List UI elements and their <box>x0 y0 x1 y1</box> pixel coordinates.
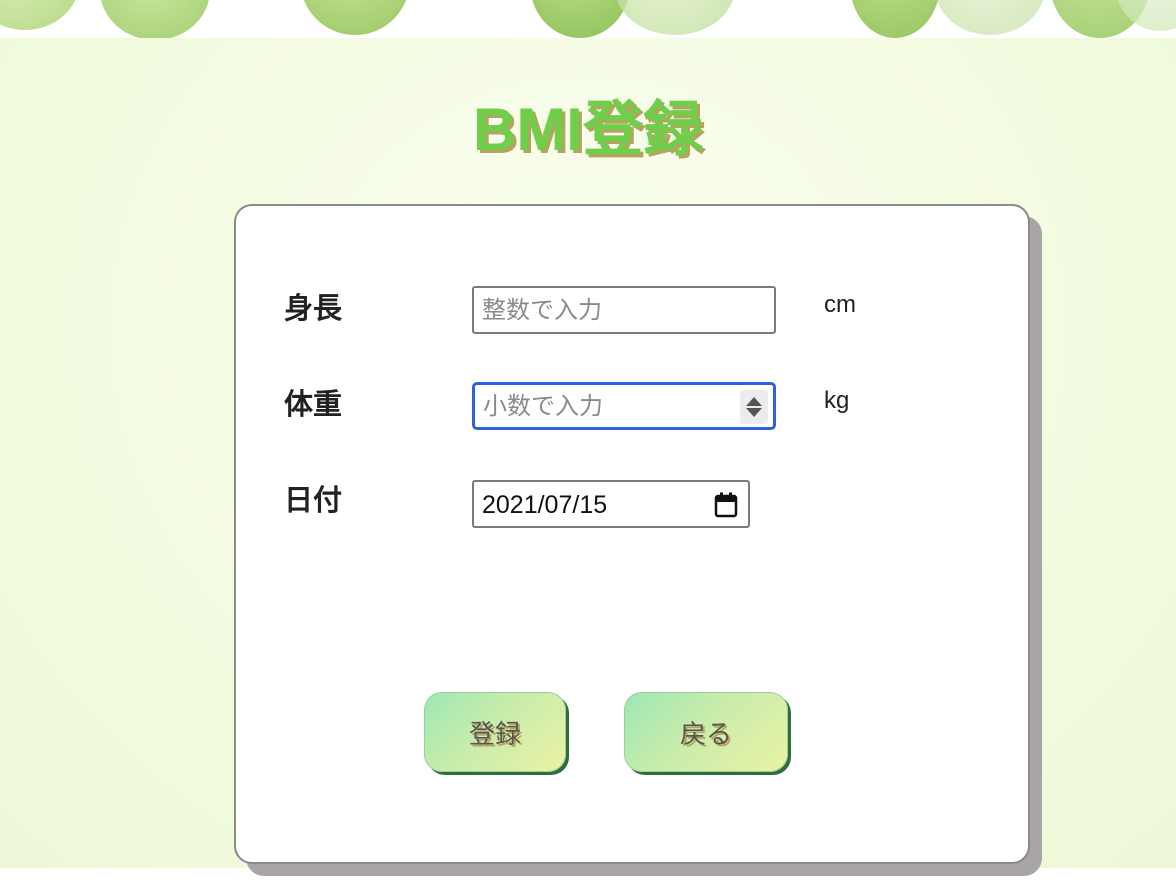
bmi-form-card: 身長 cm 体重 kg 日付 2021/07/15 登録 戻る <box>234 204 1030 864</box>
spin-down-icon[interactable] <box>746 408 762 417</box>
leaf-decoration <box>850 0 940 38</box>
leaf-decoration <box>300 0 410 35</box>
spin-up-icon[interactable] <box>746 397 762 406</box>
weight-input[interactable] <box>472 382 776 430</box>
height-input[interactable] <box>472 286 776 334</box>
leaf-decoration <box>0 0 80 30</box>
leaf-decoration <box>615 0 735 35</box>
height-unit: cm <box>824 291 856 318</box>
page-title: BMI登録 <box>473 96 703 163</box>
date-value: 2021/07/15 <box>482 491 608 519</box>
bottom-strip <box>0 868 1176 894</box>
height-label: 身長 <box>284 291 343 325</box>
register-button[interactable]: 登録 <box>424 692 566 772</box>
back-button[interactable]: 戻る <box>624 692 788 772</box>
leaf-decoration <box>100 0 210 38</box>
calendar-icon[interactable] <box>714 492 738 518</box>
leaf-decoration <box>530 0 630 38</box>
weight-label: 体重 <box>284 387 343 421</box>
weight-unit: kg <box>824 387 850 414</box>
date-input[interactable]: 2021/07/15 <box>472 480 750 528</box>
date-label: 日付 <box>284 483 343 517</box>
leaf-banner <box>0 0 1176 38</box>
leaf-decoration <box>935 0 1045 35</box>
number-spinner-icon[interactable] <box>740 390 768 424</box>
